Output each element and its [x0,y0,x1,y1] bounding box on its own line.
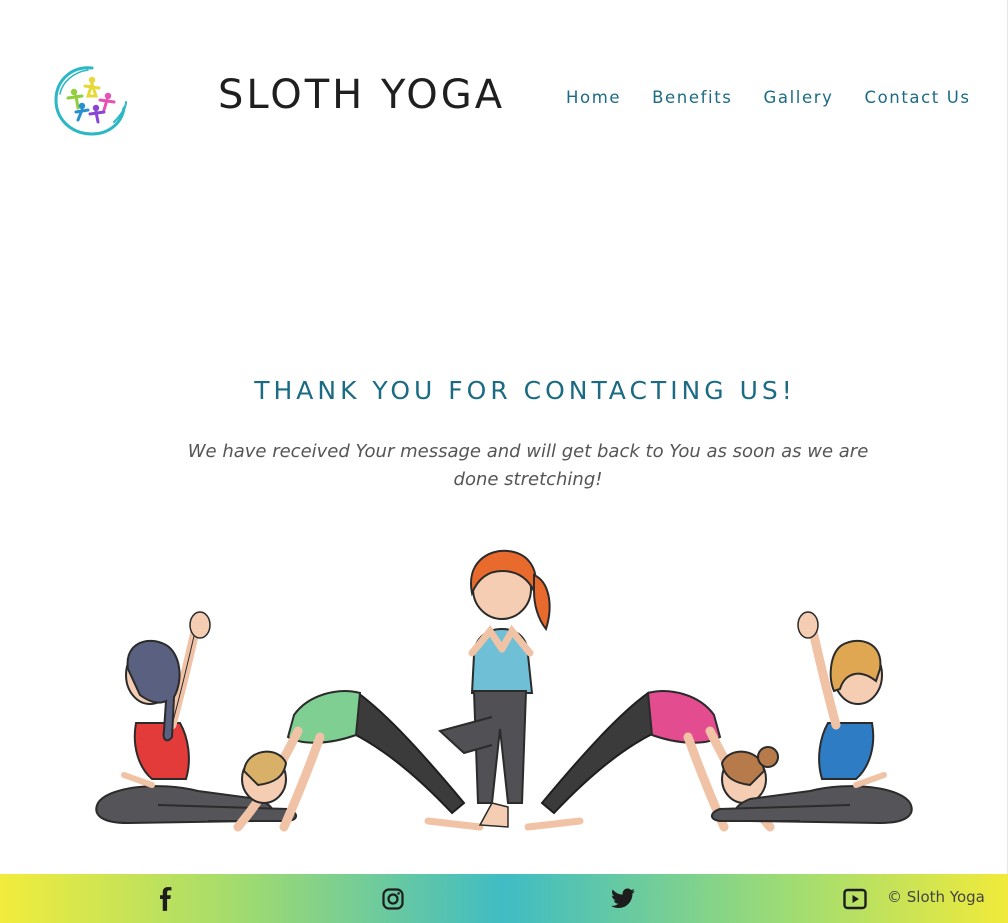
yoga-illustration [95,549,913,832]
instagram-icon[interactable] [380,886,406,912]
main-nav: Home Benefits Gallery Contact Us [566,88,971,107]
copyright-text: © Sloth Yoga [887,888,985,906]
page: SLOTH YOGA Home Benefits Gallery Contact… [0,0,1008,923]
site-header: SLOTH YOGA Home Benefits Gallery Contact… [0,0,1008,200]
yoga-figure-second [233,690,484,832]
nav-benefits[interactable]: Benefits [652,88,732,107]
yoga-figure-center [437,549,551,828]
site-footer [0,874,1008,923]
thank-you-message: We have received Your message and will g… [187,441,869,490]
twitter-icon[interactable] [610,886,636,912]
nav-contact-us[interactable]: Contact Us [864,88,970,107]
logo-icon[interactable] [52,62,128,138]
nav-home[interactable]: Home [566,88,621,107]
thank-you-heading: THANK YOU FOR CONTACTING US! [254,376,796,405]
youtube-icon[interactable] [842,886,868,912]
brand-title: SLOTH YOGA [218,72,506,118]
facebook-icon[interactable] [153,886,179,912]
nav-gallery[interactable]: Gallery [763,88,833,107]
